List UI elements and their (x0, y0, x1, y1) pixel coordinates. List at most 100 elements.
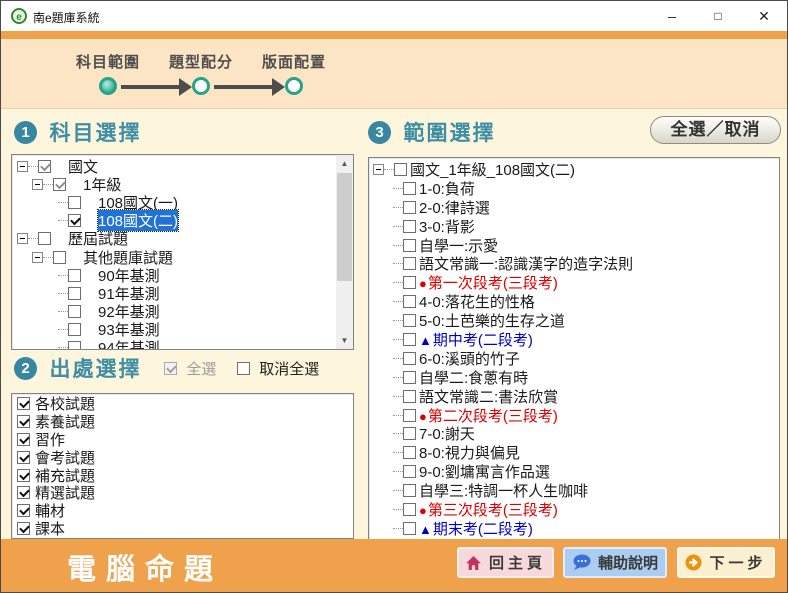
checkbox[interactable] (403, 503, 416, 516)
tree-item[interactable]: 5-0:土芭樂的生存之道 (373, 311, 777, 330)
checkbox[interactable] (403, 484, 416, 497)
tree-item[interactable]: 92年基測 (15, 303, 335, 321)
tree-item[interactable]: 精選試題 (15, 484, 351, 502)
tree-item-label[interactable]: 5-0:土芭樂的生存之道 (419, 310, 565, 331)
tree-item[interactable]: 93年基測 (15, 321, 335, 339)
checkbox[interactable] (17, 486, 30, 499)
tree-item[interactable]: 各校試題 (15, 395, 351, 413)
tree-item[interactable]: 語文常識二:書法欣賞 (373, 387, 777, 406)
tree-item-label[interactable]: ▲期末考(二段考) (419, 518, 533, 539)
checkbox[interactable] (403, 409, 416, 422)
select-all-checkbox[interactable] (164, 362, 177, 375)
tree-item[interactable]: 素養試題 (15, 413, 351, 431)
tree-item[interactable]: 習作 (15, 431, 351, 449)
checkbox[interactable] (403, 239, 416, 252)
tree-item-label[interactable]: 1-0:負荷 (419, 178, 475, 199)
tree-item[interactable]: 6-0:溪頭的竹子 (373, 349, 777, 368)
checkbox[interactable] (68, 287, 81, 300)
tree-item-label[interactable]: ●第二次段考(三段考) (419, 405, 558, 426)
select-deselect-all-button[interactable]: 全選／取消 (650, 116, 781, 144)
checkbox[interactable] (38, 232, 51, 245)
tree-item-label[interactable]: ●第三次段考(三段考) (419, 499, 558, 520)
tree-item-label[interactable]: 6-0:溪頭的竹子 (419, 348, 520, 369)
expand-collapse-icon[interactable] (32, 252, 43, 263)
tree-item-label[interactable]: 4-0:落花生的性格 (419, 291, 535, 312)
checkbox[interactable] (17, 504, 30, 517)
checkbox[interactable] (68, 214, 81, 227)
checkbox[interactable] (403, 465, 416, 478)
checkbox[interactable] (17, 433, 30, 446)
checkbox[interactable] (17, 415, 30, 428)
checkbox[interactable] (53, 178, 66, 191)
checkbox[interactable] (17, 397, 30, 410)
checkbox[interactable] (403, 333, 416, 346)
tree-item-label[interactable]: 自學一:示愛 (419, 235, 498, 256)
scroll-up-icon[interactable]: ▲ (336, 155, 353, 172)
checkbox[interactable] (403, 390, 416, 403)
home-button[interactable]: 回主頁 (457, 547, 554, 578)
checkbox[interactable] (403, 522, 416, 535)
close-button[interactable]: ✕ (741, 1, 787, 31)
tree-item-label[interactable]: 7-0:謝天 (419, 423, 475, 444)
checkbox[interactable] (68, 269, 81, 282)
checkbox[interactable] (403, 427, 416, 440)
expand-collapse-icon[interactable] (373, 164, 384, 175)
tree-item[interactable]: 94年基測 (15, 339, 335, 350)
tree-item[interactable]: 1-0:負荷 (373, 179, 777, 198)
tree-item[interactable]: ▲期末考(二段考) (373, 519, 777, 538)
tree-item[interactable]: 輔材 (15, 502, 351, 520)
checkbox[interactable] (17, 469, 30, 482)
tree-item-label[interactable]: 語文常識一:認識漢字的造字法則 (419, 253, 633, 274)
checkbox[interactable] (68, 305, 81, 318)
tree-item-label[interactable]: 自學三:特調一杯人生咖啡 (419, 480, 588, 501)
checkbox[interactable] (53, 251, 66, 264)
tree-item[interactable]: 自學二:食蔥有時 (373, 368, 777, 387)
tree-item[interactable]: 90年基測 (15, 266, 335, 284)
tree-item[interactable]: 語文常識一:認識漢字的造字法則 (373, 254, 777, 273)
checkbox[interactable] (403, 446, 416, 459)
checkbox[interactable] (38, 160, 51, 173)
tree-item[interactable]: 自學一:示愛 (373, 236, 777, 255)
tree-item[interactable]: 4-0:落花生的性格 (373, 292, 777, 311)
expand-collapse-icon[interactable] (17, 233, 28, 244)
tree-item[interactable]: 8-0:視力與偏見 (373, 443, 777, 462)
tree-item[interactable]: 2-0:律詩選 (373, 198, 777, 217)
tree-item-label[interactable]: 8-0:視力與偏見 (419, 442, 520, 463)
checkbox[interactable] (394, 163, 407, 176)
checkbox[interactable] (403, 182, 416, 195)
tree-item[interactable]: 會考試題 (15, 448, 351, 466)
checkbox[interactable] (17, 451, 30, 464)
scrollbar[interactable]: ▲ ▼ (336, 155, 353, 349)
tree-item-label[interactable]: 2-0:律詩選 (419, 197, 490, 218)
checkbox[interactable] (403, 257, 416, 270)
next-step-button[interactable]: 下一步 (677, 547, 775, 578)
tree-item[interactable]: 7-0:謝天 (373, 424, 777, 443)
tree-item[interactable]: 其他題庫試題 (15, 248, 335, 266)
checkbox[interactable] (403, 314, 416, 327)
tree-item[interactable]: 108國文(一) (15, 193, 335, 211)
checkbox[interactable] (68, 196, 81, 209)
tree-item[interactable]: 91年基測 (15, 284, 335, 302)
checkbox[interactable] (17, 522, 30, 535)
expand-collapse-icon[interactable] (32, 179, 43, 190)
maximize-button[interactable]: □ (695, 1, 741, 31)
tree-item-label[interactable]: ●第一次段考(三段考) (419, 272, 558, 293)
minimize-button[interactable]: – (649, 1, 695, 31)
deselect-all-checkbox[interactable] (237, 362, 250, 375)
checkbox[interactable] (403, 371, 416, 384)
tree-item-label[interactable]: 課本 (35, 518, 65, 539)
tree-item[interactable]: 歷屆試題 (15, 230, 335, 248)
checkbox[interactable] (403, 201, 416, 214)
expand-collapse-icon[interactable] (17, 161, 28, 172)
checkbox[interactable] (403, 276, 416, 289)
checkbox[interactable] (68, 341, 81, 350)
tree-item[interactable]: 3-0:背影 (373, 217, 777, 236)
scrollbar-thumb[interactable] (337, 173, 352, 281)
tree-item-label[interactable]: 國文_1年級_108國文(二) (410, 159, 575, 180)
help-button[interactable]: 輔助說明 (563, 547, 667, 578)
tree-item[interactable]: ▲期中考(二段考) (373, 330, 777, 349)
scroll-down-icon[interactable]: ▼ (336, 332, 353, 349)
tree-item-label[interactable]: 9-0:劉墉寓言作品選 (419, 461, 550, 482)
checkbox[interactable] (68, 323, 81, 336)
tree-item-label[interactable]: ▲期中考(二段考) (419, 329, 533, 350)
